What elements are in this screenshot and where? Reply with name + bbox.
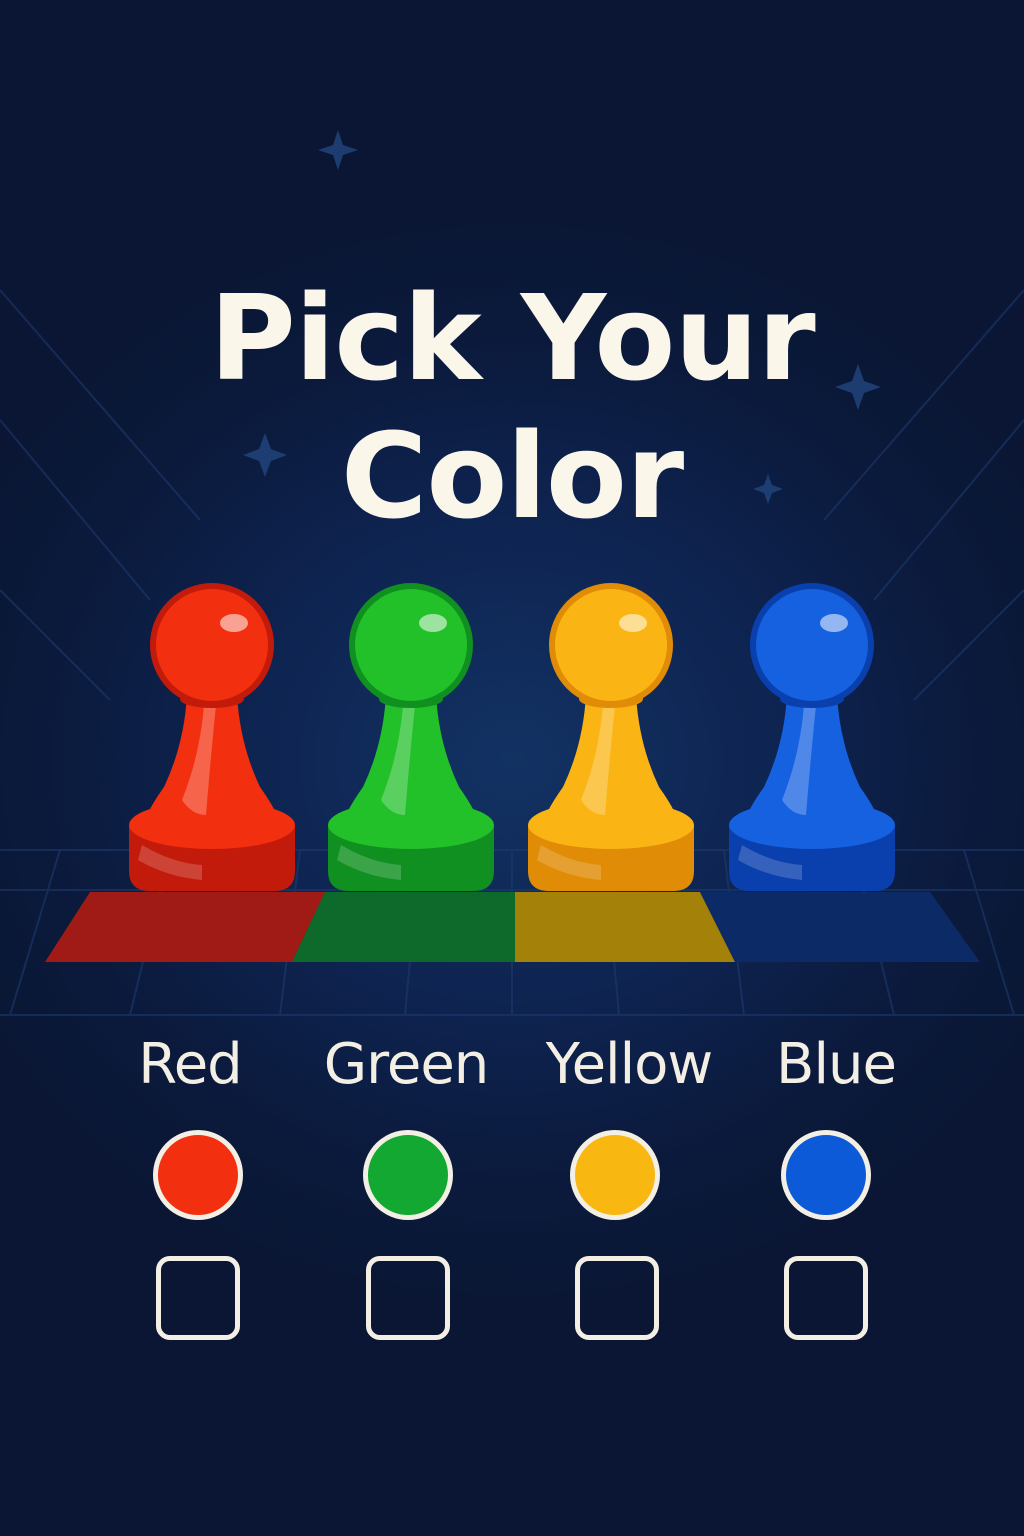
red-pawn-icon[interactable]	[129, 583, 295, 891]
checkbox-yellow[interactable]	[575, 1256, 659, 1340]
green-pawn-icon[interactable]	[328, 583, 494, 891]
checkbox-blue[interactable]	[784, 1256, 868, 1340]
color-swatch-red[interactable]	[153, 1130, 243, 1220]
color-swatch-yellow[interactable]	[570, 1130, 660, 1220]
blue-pawn-icon[interactable]	[729, 583, 895, 891]
color-label-blue: Blue	[776, 1032, 897, 1097]
checkbox-red[interactable]	[156, 1256, 240, 1340]
red-tile	[45, 892, 325, 962]
blue-tile	[700, 892, 980, 962]
color-picker-screen: Pick Your Color Red Green Yellow Blue	[0, 0, 1024, 1536]
color-label-yellow: Yellow	[545, 1032, 713, 1097]
green-tile	[292, 892, 515, 962]
color-label-red: Red	[138, 1032, 242, 1097]
pawn-row	[45, 583, 980, 962]
yellow-pawn-icon[interactable]	[528, 583, 694, 891]
color-label-green: Green	[323, 1032, 490, 1097]
checkbox-green[interactable]	[366, 1256, 450, 1340]
color-swatch-green[interactable]	[363, 1130, 453, 1220]
yellow-tile	[515, 892, 735, 962]
color-swatch-blue[interactable]	[781, 1130, 871, 1220]
